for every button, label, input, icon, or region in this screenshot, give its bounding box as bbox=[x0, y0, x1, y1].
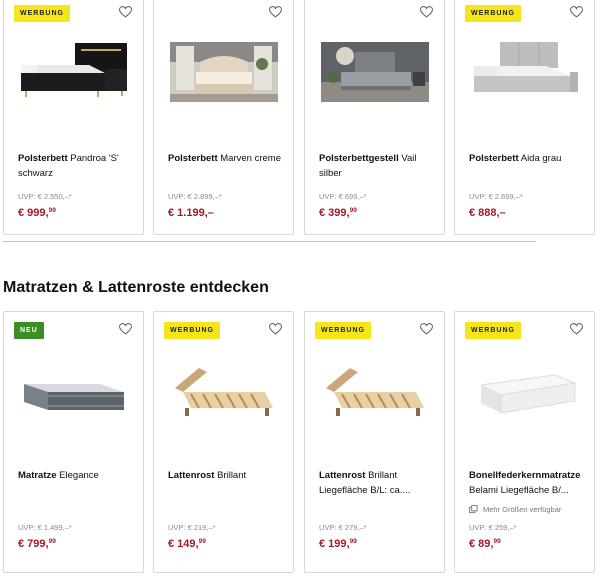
uvp-price: UVP: € 2.699,–* bbox=[469, 192, 523, 201]
heart-icon[interactable] bbox=[269, 323, 282, 335]
uvp-price: UVP: € 699,–* bbox=[319, 192, 367, 201]
heart-icon[interactable] bbox=[420, 6, 433, 18]
product-title[interactable]: Matratze Elegance bbox=[18, 468, 136, 483]
product-card[interactable]: WERBUNG Lattenrost Brillant Liegefläche … bbox=[304, 311, 445, 573]
product-image[interactable] bbox=[469, 362, 581, 428]
product-card[interactable]: Polsterbett Marven creme UVP: € 2.899,–*… bbox=[153, 0, 294, 235]
copy-icon bbox=[469, 505, 478, 514]
ad-badge: WERBUNG bbox=[465, 322, 521, 339]
product-title[interactable]: Bonellfederkernmatratze Belami Liegefläc… bbox=[469, 468, 587, 498]
ad-badge: WERBUNG bbox=[164, 322, 220, 339]
product-price: € 199,99 bbox=[319, 538, 357, 550]
heart-icon[interactable] bbox=[570, 323, 583, 335]
section-title: Matratzen & Lattenroste entdecken bbox=[3, 279, 269, 296]
heart-icon[interactable] bbox=[420, 323, 433, 335]
heart-icon[interactable] bbox=[119, 6, 132, 18]
product-card[interactable]: WERBUNG Polsterbett Pandroa 'S' schwarz … bbox=[3, 0, 144, 235]
product-image[interactable] bbox=[18, 362, 130, 428]
product-price: € 89,99 bbox=[469, 538, 501, 550]
heart-icon[interactable] bbox=[570, 6, 583, 18]
new-badge: NEU bbox=[14, 322, 44, 339]
uvp-price: UVP: € 2.899,–* bbox=[168, 192, 222, 201]
product-card[interactable]: Polsterbettgestell Vail silber UVP: € 69… bbox=[304, 0, 445, 235]
product-price: € 999,99 bbox=[18, 207, 56, 219]
uvp-price: UVP: € 1.499,–* bbox=[18, 523, 72, 532]
heart-icon[interactable] bbox=[269, 6, 282, 18]
ad-badge: WERBUNG bbox=[14, 5, 70, 22]
product-title[interactable]: Polsterbettgestell Vail silber bbox=[319, 151, 437, 181]
section-divider bbox=[3, 241, 536, 242]
ad-badge: WERBUNG bbox=[315, 322, 371, 339]
product-image[interactable] bbox=[469, 37, 581, 107]
more-sizes-note[interactable]: Mehr Größen verfügbar bbox=[469, 505, 561, 514]
product-row-mattresses: NEU Matratze Elegance UVP: € 1.499,–* € … bbox=[0, 311, 600, 573]
product-row-beds: WERBUNG Polsterbett Pandroa 'S' schwarz … bbox=[0, 0, 600, 235]
product-title[interactable]: Polsterbett Pandroa 'S' schwarz bbox=[18, 151, 136, 181]
uvp-price: UVP: € 219,–* bbox=[168, 523, 216, 532]
product-card[interactable]: WERBUNG Lattenrost Brillant UVP: € 219,–… bbox=[153, 311, 294, 573]
ad-badge: WERBUNG bbox=[465, 5, 521, 22]
product-title[interactable]: Polsterbett Aida grau bbox=[469, 151, 587, 166]
product-title[interactable]: Lattenrost Brillant Liegefläche B/L: ca.… bbox=[319, 468, 437, 498]
product-image[interactable] bbox=[168, 362, 280, 428]
product-card[interactable]: NEU Matratze Elegance UVP: € 1.499,–* € … bbox=[3, 311, 144, 573]
heart-icon[interactable] bbox=[119, 323, 132, 335]
product-title[interactable]: Lattenrost Brillant bbox=[168, 468, 286, 483]
product-image[interactable] bbox=[168, 37, 280, 107]
product-image[interactable] bbox=[319, 37, 431, 107]
product-card[interactable]: WERBUNG Polsterbett Aida grau UVP: € 2.6… bbox=[454, 0, 595, 235]
product-price: € 799,99 bbox=[18, 538, 56, 550]
product-card[interactable]: WERBUNG Bonellfederkernmatratze Belami L… bbox=[454, 311, 595, 573]
uvp-price: UVP: € 259,–* bbox=[469, 523, 517, 532]
uvp-price: UVP: € 279,–* bbox=[319, 523, 367, 532]
product-price: € 888,– bbox=[469, 207, 506, 219]
product-price: € 399,99 bbox=[319, 207, 357, 219]
product-price: € 1.199,– bbox=[168, 207, 214, 219]
uvp-price: UVP: € 2.550,–* bbox=[18, 192, 72, 201]
product-image[interactable] bbox=[18, 37, 130, 107]
product-price: € 149,99 bbox=[168, 538, 206, 550]
product-image[interactable] bbox=[319, 362, 431, 428]
product-title[interactable]: Polsterbett Marven creme bbox=[168, 151, 286, 166]
